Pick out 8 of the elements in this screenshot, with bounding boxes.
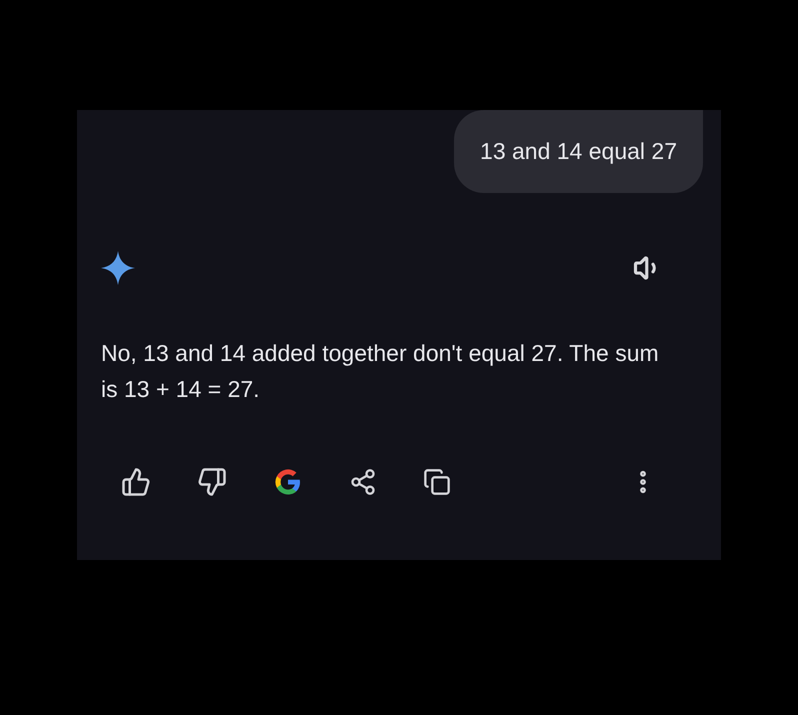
google-icon[interactable]: [273, 466, 303, 496]
thumbs-up-icon[interactable]: [121, 466, 151, 496]
copy-icon[interactable]: [423, 468, 451, 496]
response-text: No, 13 and 14 added together don't equal 27. The sum is 13 + 14 = 27.: [101, 338, 660, 404]
sparkle-icon: [101, 250, 135, 284]
share-icon[interactable]: [349, 468, 377, 496]
thumbs-down-icon[interactable]: [197, 466, 227, 496]
user-message: 13 and 14 equal 27: [454, 110, 703, 192]
